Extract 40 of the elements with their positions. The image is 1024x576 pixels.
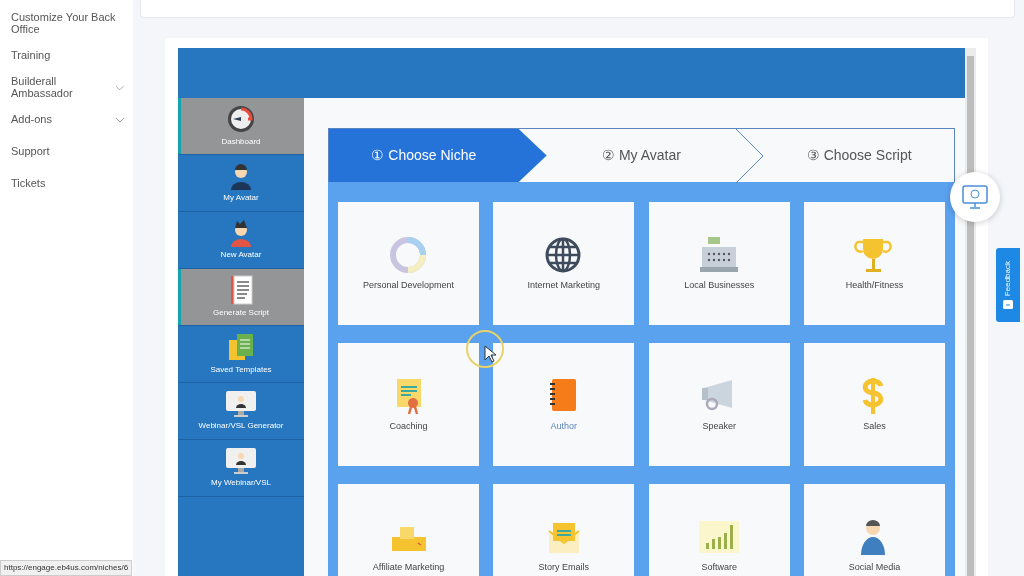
sidebar-item[interactable]: Saved Templates [178,326,304,383]
scrollbar-thumb[interactable] [967,56,974,576]
niche-tile[interactable]: Coaching [338,343,479,466]
person-icon [228,162,254,190]
niche-tile[interactable]: Speaker [648,343,790,466]
niche-tile[interactable]: Local Businesses [648,202,790,325]
sidebar-item[interactable]: Webinar/VSL Generator [178,383,304,440]
monitor-icon [961,183,989,211]
document-icon [228,275,254,305]
niche-tile[interactable]: Software [648,484,790,576]
monitor-icon [225,447,257,475]
step-tab[interactable]: ③ Choose Script [764,129,954,182]
niche-tile[interactable]: Story Emails [493,484,635,576]
chat-icon [1003,300,1013,310]
menu-item[interactable]: Training [0,40,133,72]
menu-item[interactable]: Builderall Ambassador [0,72,133,104]
person-icon [228,219,254,247]
menu-item[interactable]: Tickets [0,168,133,200]
menu-item[interactable]: Customize Your Back Office [0,8,133,40]
sidebar-item[interactable]: My Webinar/VSL [178,440,304,497]
niche-tile[interactable]: Health/Fitness [804,202,945,325]
niche-tile[interactable]: Internet Marketing [493,202,635,325]
menu-item[interactable]: Add-ons [0,104,133,136]
cursor-icon [484,345,496,363]
status-url: https://engage.eb4us.com/niches/6 [0,560,133,576]
feedback-tab[interactable]: Feedback [996,248,1020,322]
chevron-down-icon [115,117,125,123]
gauge-icon [226,104,256,134]
niche-tile[interactable]: Social Media [804,484,945,576]
niche-tile[interactable]: Sales [804,343,945,466]
niche-tile[interactable]: Author [493,343,635,466]
step-tab[interactable]: ② My Avatar [546,129,737,182]
documents-icon [227,332,255,362]
chevron-down-icon [115,85,125,91]
niche-tile[interactable]: Affiliate Marketing [338,484,479,576]
monitor-icon [225,390,257,418]
niche-tile[interactable]: Personal Development [338,202,479,325]
cash-register-icon [698,234,741,275]
step-tab[interactable]: ① Choose Niche [329,129,547,182]
menu-item[interactable]: Support [0,136,133,168]
